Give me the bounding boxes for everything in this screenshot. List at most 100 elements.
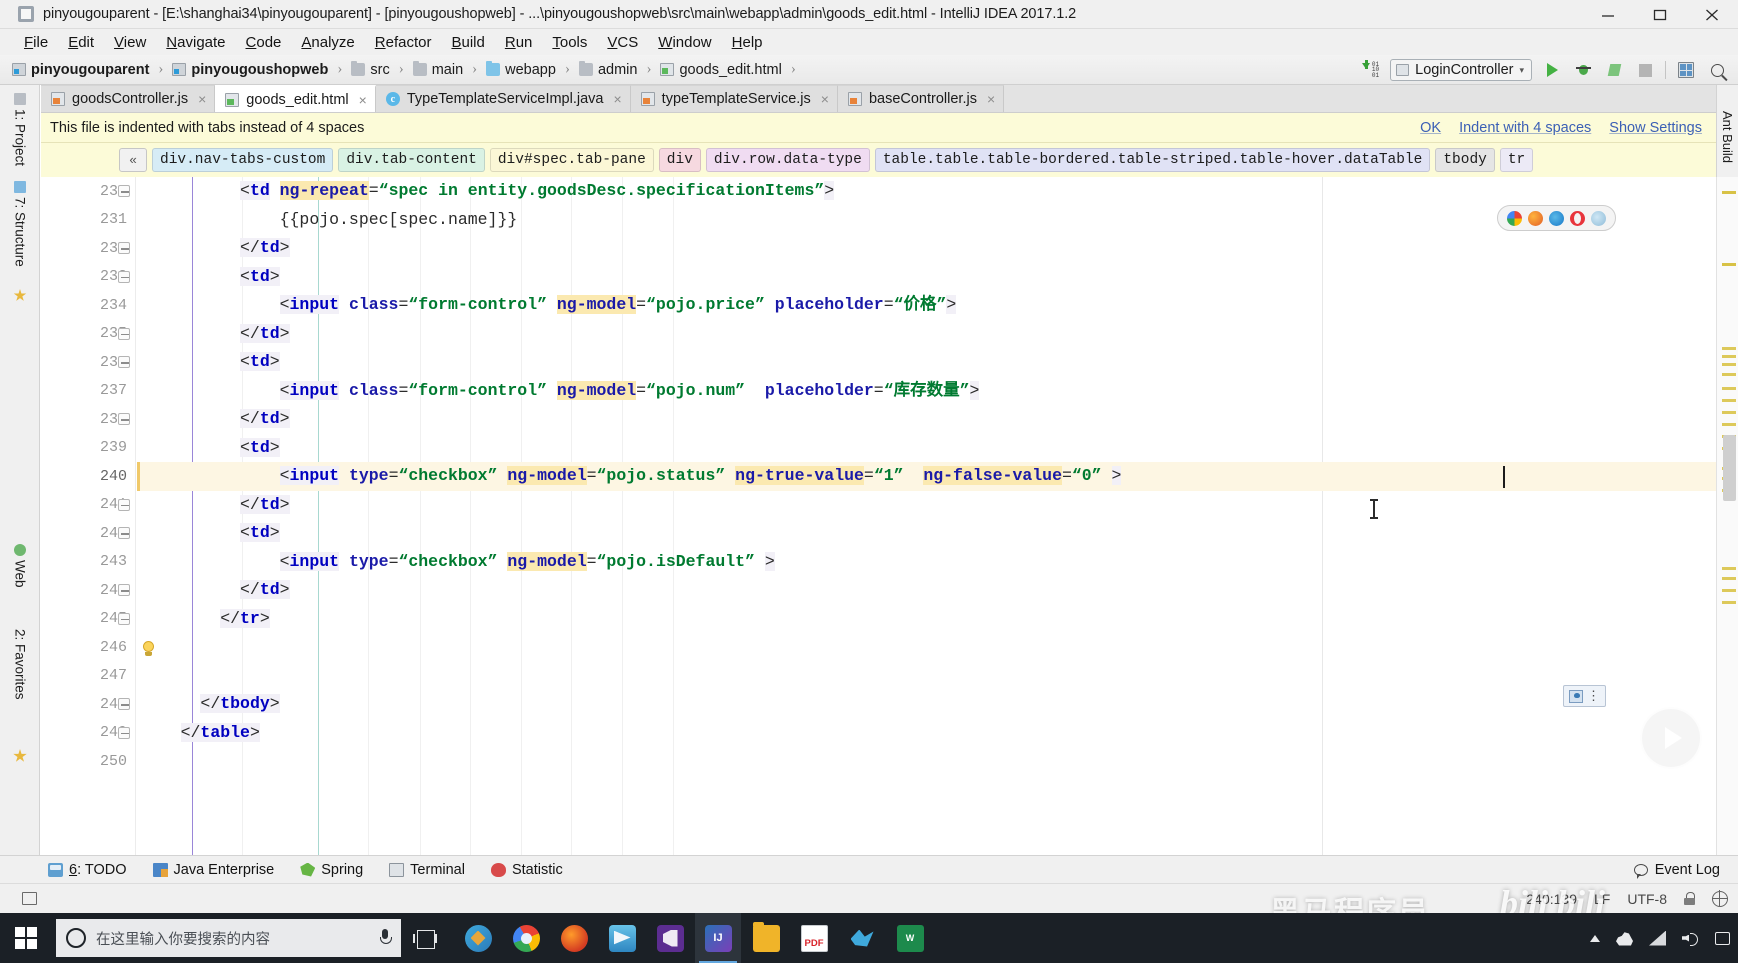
code-line[interactable]: </td> xyxy=(137,320,1716,349)
lock-icon[interactable] xyxy=(1684,892,1695,905)
code-fold-icon[interactable] xyxy=(118,327,131,341)
close-icon[interactable]: × xyxy=(987,91,995,107)
menu-item-view[interactable]: View xyxy=(104,33,156,52)
code-line[interactable]: <input class=“form-control” ng-model=“po… xyxy=(137,377,1716,406)
datagrip-app-icon[interactable] xyxy=(599,913,645,963)
chevron-up-icon[interactable] xyxy=(1590,934,1600,942)
internet-explorer-icon[interactable] xyxy=(1549,210,1564,226)
more-options-icon[interactable]: ⋮ xyxy=(1587,689,1600,702)
intellij-idea-app-icon[interactable]: IJ xyxy=(695,913,741,963)
menu-item-code[interactable]: Code xyxy=(236,33,292,52)
code-line[interactable]: </td> xyxy=(137,491,1716,520)
code-fold-icon[interactable] xyxy=(118,612,131,626)
breadcrumb-item-goods-edit-html[interactable]: goods_edit.html xyxy=(660,62,782,78)
browser-preview-popup[interactable] xyxy=(1497,205,1616,231)
download-updates-icon[interactable]: 01 10 01 xyxy=(1359,59,1381,81)
start-button[interactable] xyxy=(0,913,52,963)
code-line[interactable]: <input type=“checkbox” ng-model=“pojo.is… xyxy=(137,548,1716,577)
structure-chip-table-table-table-bordered-table-striped-table-hover-datatable[interactable]: table.table.table-bordered.table-striped… xyxy=(874,148,1431,172)
globe-icon[interactable] xyxy=(1711,890,1728,907)
network-icon[interactable] xyxy=(1649,930,1666,946)
breadcrumb-collapse-button[interactable]: « xyxy=(119,148,147,172)
code-fold-icon[interactable] xyxy=(118,242,131,255)
structure-chip-div-spec-tab-pane[interactable]: div#spec.tab-pane xyxy=(489,148,654,172)
taskbar-search-box[interactable]: 在这里输入你要搜索的内容 xyxy=(56,919,401,957)
debug-icon[interactable] xyxy=(1572,59,1594,81)
code-line[interactable]: <td> xyxy=(137,263,1716,292)
code-line[interactable]: <td> xyxy=(137,434,1716,463)
run-icon[interactable] xyxy=(1541,59,1563,81)
code-line[interactable]: </td> xyxy=(137,405,1716,434)
menu-item-build[interactable]: Build xyxy=(441,33,494,52)
code-fold-icon[interactable] xyxy=(118,726,131,740)
tool-window-terminal[interactable]: Terminal xyxy=(389,862,465,878)
code-fold-icon[interactable] xyxy=(118,270,131,284)
breadcrumb-item-admin[interactable]: admin xyxy=(578,61,637,78)
menu-item-edit[interactable]: Edit xyxy=(58,33,104,52)
wps-office-app-icon[interactable]: W xyxy=(887,913,933,963)
breadcrumb-item-pinyougouparent[interactable]: pinyougouparent xyxy=(12,62,149,78)
hide-tool-windows-icon[interactable] xyxy=(22,892,37,905)
cortana-icon[interactable] xyxy=(66,928,86,948)
code-line[interactable]: </table> xyxy=(137,719,1716,748)
close-icon[interactable]: × xyxy=(613,91,621,107)
tool-window-spring[interactable]: Spring xyxy=(300,862,363,878)
menu-item-vcs[interactable]: VCS xyxy=(597,33,648,52)
code-line[interactable]: </td> xyxy=(137,234,1716,263)
action-center-icon[interactable] xyxy=(1715,931,1730,945)
menu-item-help[interactable]: Help xyxy=(722,33,773,52)
notification-indent-link[interactable]: Indent with 4 spaces xyxy=(1459,120,1591,136)
safari-icon[interactable] xyxy=(1591,210,1606,226)
twitter-app-icon[interactable] xyxy=(839,913,885,963)
structure-chip-div-tab-content[interactable]: div.tab-content xyxy=(338,148,485,172)
code-line[interactable]: <td> xyxy=(137,519,1716,548)
editor-gutter[interactable]: 230 231 232 233 234 235 236 237 238 239 240 241 242 2… xyxy=(41,177,136,855)
code-line[interactable]: {{pojo.spec[spec.name]}} xyxy=(137,206,1716,235)
menu-item-window[interactable]: Window xyxy=(648,33,721,52)
code-content[interactable]: <td ng-repeat=“spec in entity.goodsDesc.… xyxy=(137,177,1716,855)
visual-studio-app-icon[interactable] xyxy=(647,913,693,963)
event-log-button[interactable]: Event Log xyxy=(1633,862,1720,879)
bookmark-star-icon[interactable] xyxy=(0,745,40,767)
menu-item-analyze[interactable]: Analyze xyxy=(291,33,364,52)
breadcrumb-item-webapp[interactable]: webapp xyxy=(486,61,556,78)
structure-chip-div[interactable]: div xyxy=(658,148,701,172)
code-fold-icon[interactable] xyxy=(118,498,131,512)
menu-item-file[interactable]: File xyxy=(14,33,58,52)
onedrive-icon[interactable] xyxy=(1616,932,1633,946)
editor-tab-goodscontroller-js[interactable]: goodsController.js × xyxy=(41,85,216,112)
editor-tab-typetemplateserviceimpl-java[interactable]: c TypeTemplateServiceImpl.java × xyxy=(375,85,631,112)
run-coverage-icon[interactable] xyxy=(1603,59,1625,81)
sidebar-item-structure[interactable]: 7: Structure xyxy=(0,177,40,271)
pdf-reader-app-icon[interactable]: PDF xyxy=(791,913,837,963)
minimize-button[interactable] xyxy=(1582,0,1634,29)
code-line[interactable]: <input class=“form-control” ng-model=“po… xyxy=(137,291,1716,320)
task-view-button[interactable] xyxy=(401,913,449,963)
vpn-app-icon[interactable] xyxy=(455,913,501,963)
editor-floating-widget[interactable]: ⋮ xyxy=(1563,685,1606,707)
file-explorer-app-icon[interactable] xyxy=(743,913,789,963)
code-line[interactable]: <input type=“checkbox” ng-model=“pojo.st… xyxy=(137,462,1716,491)
code-fold-icon[interactable] xyxy=(118,413,131,426)
file-encoding[interactable]: UTF-8 xyxy=(1627,891,1667,907)
code-fold-icon[interactable] xyxy=(118,698,131,711)
firefox-app-icon[interactable] xyxy=(551,913,597,963)
code-line[interactable] xyxy=(137,747,1716,776)
code-line[interactable]: </tbody> xyxy=(137,690,1716,719)
maximize-button[interactable] xyxy=(1634,0,1686,29)
stop-icon[interactable] xyxy=(1634,59,1656,81)
run-configuration-selector[interactable]: LoginController ▾ xyxy=(1390,59,1532,81)
chrome-icon[interactable] xyxy=(1507,210,1522,226)
close-button[interactable] xyxy=(1686,0,1738,29)
sidebar-item-favorites-star[interactable] xyxy=(0,285,40,306)
menu-item-run[interactable]: Run xyxy=(495,33,543,52)
breadcrumb-item-main[interactable]: main xyxy=(412,61,463,78)
build-project-icon[interactable] xyxy=(1675,59,1697,81)
sidebar-item-favorites[interactable]: 2: Favorites xyxy=(0,625,40,704)
code-line[interactable]: <td ng-repeat=“spec in entity.goodsDesc.… xyxy=(137,177,1716,206)
structure-chip-div-row-data-type[interactable]: div.row.data-type xyxy=(705,148,870,172)
firefox-icon[interactable] xyxy=(1528,210,1543,226)
editor-tab-basecontroller-js[interactable]: baseController.js × xyxy=(837,85,1005,112)
microphone-icon[interactable] xyxy=(379,929,392,947)
editor-tab-goods-edit-html[interactable]: goods_edit.html × xyxy=(215,85,376,112)
